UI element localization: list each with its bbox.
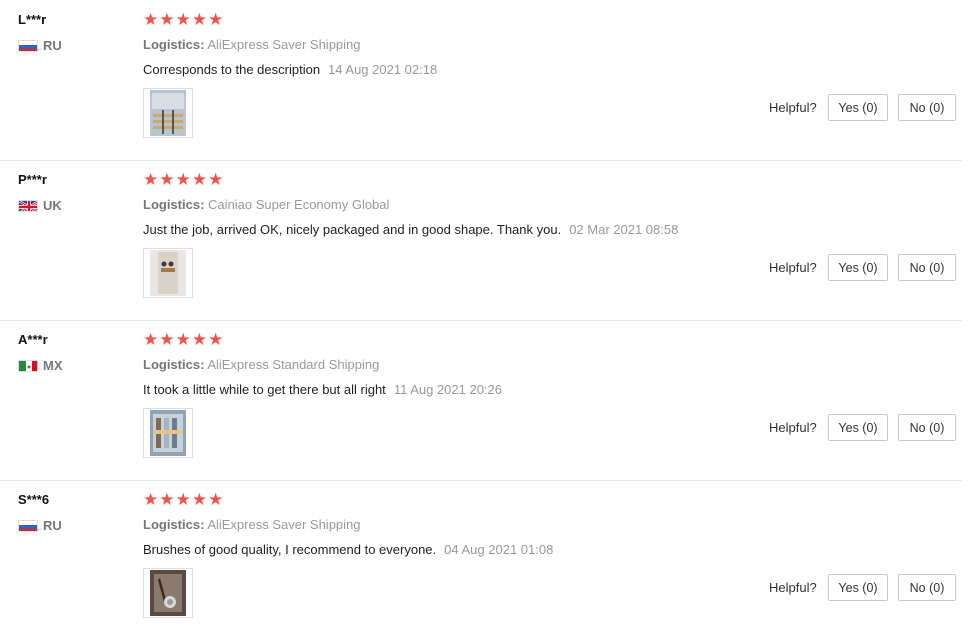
review-item: S***6 RU ★★★★★ Logistics: AliExpress Sav… [0,480,962,640]
review-date: 14 Aug 2021 02:18 [328,62,438,77]
logistics-info: Logistics: AliExpress Saver Shipping [143,517,361,532]
review-text: Corresponds to the description [143,62,321,77]
logistics-label: Logistics: [143,357,205,372]
review-comment: It took a little while to get there but … [143,382,502,397]
star-rating: ★★★★★ [143,10,225,29]
review-photo [150,410,186,456]
review-photo [150,90,186,136]
review-text: It took a little while to get there but … [143,382,386,397]
review-date: 04 Aug 2021 01:08 [444,542,554,557]
ru-flag-icon [18,519,38,532]
logistics-label: Logistics: [143,197,205,212]
review-text: Brushes of good quality, I recommend to … [143,542,437,557]
review-item: L***r RU ★★★★★ Logistics: AliExpress Sav… [0,0,962,161]
review-photo [150,250,186,296]
logistics-method: AliExpress Saver Shipping [207,517,361,532]
reviewer-country: RU [18,518,62,533]
review-item: P***r UK ★★★★★ Logistics: Cainiao Super … [0,160,962,321]
review-photo-thumbnail[interactable] [143,408,193,458]
country-code: MX [43,358,63,373]
helpful-no-button[interactable]: No (0) [898,574,956,601]
star-rating: ★★★★★ [143,330,225,349]
helpful-label: Helpful? [769,260,817,275]
reviewer-country: MX [18,358,63,373]
helpful-label: Helpful? [769,420,817,435]
review-date: 11 Aug 2021 20:26 [393,382,503,397]
helpful-no-button[interactable]: No (0) [898,414,956,441]
review-comment: Brushes of good quality, I recommend to … [143,542,553,557]
logistics-label: Logistics: [143,517,205,532]
review-photo-thumbnail[interactable] [143,248,193,298]
review-text: Just the job, arrived OK, nicely package… [143,222,562,237]
logistics-info: Logistics: Cainiao Super Economy Global [143,197,389,212]
logistics-info: Logistics: AliExpress Standard Shipping [143,357,379,372]
country-code: UK [43,198,62,213]
uk-flag-icon [18,199,38,212]
helpful-yes-button[interactable]: Yes (0) [828,254,888,281]
helpful-yes-button[interactable]: Yes (0) [828,94,888,121]
country-code: RU [43,518,62,533]
helpful-no-button[interactable]: No (0) [898,254,956,281]
reviewer-country: RU [18,38,62,53]
review-photo [150,570,186,616]
review-comment: Corresponds to the description 14 Aug 202… [143,62,437,77]
reviewer-name: A***r [18,332,48,347]
helpful-no-button[interactable]: No (0) [898,94,956,121]
reviewer-name: L***r [18,12,47,27]
logistics-method: AliExpress Saver Shipping [207,37,361,52]
helpful-label: Helpful? [769,580,817,595]
reviewer-name: S***6 [18,492,50,507]
reviewer-country: UK [18,198,62,213]
helpful-label: Helpful? [769,100,817,115]
ru-flag-icon [18,39,38,52]
helpful-yes-button[interactable]: Yes (0) [828,414,888,441]
star-rating: ★★★★★ [143,170,225,189]
review-photo-thumbnail[interactable] [143,568,193,618]
review-item: A***r MX ★★★★★ Logistics: AliExpress Sta… [0,320,962,481]
star-rating: ★★★★★ [143,490,225,509]
logistics-method: AliExpress Standard Shipping [207,357,380,372]
logistics-label: Logistics: [143,37,205,52]
mx-flag-icon [18,359,38,372]
country-code: RU [43,38,62,53]
reviewer-name: P***r [18,172,47,187]
logistics-info: Logistics: AliExpress Saver Shipping [143,37,361,52]
review-photo-thumbnail[interactable] [143,88,193,138]
logistics-method: Cainiao Super Economy Global [208,197,390,212]
review-date: 02 Mar 2021 08:58 [569,222,679,237]
helpful-yes-button[interactable]: Yes (0) [828,574,888,601]
review-comment: Just the job, arrived OK, nicely package… [143,222,678,237]
